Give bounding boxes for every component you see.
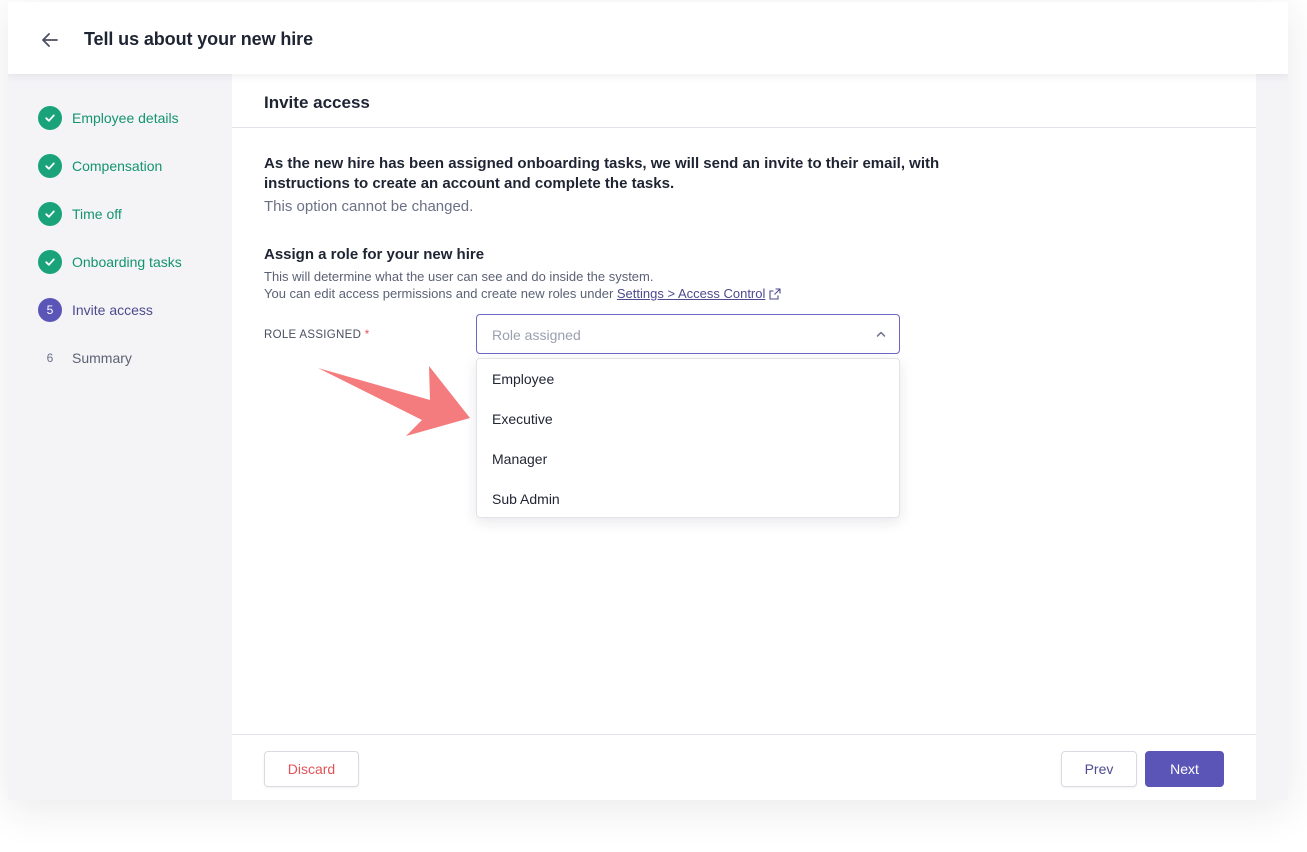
- option-executive[interactable]: Executive: [477, 399, 899, 439]
- page-title: Tell us about your new hire: [84, 29, 313, 49]
- option-employee[interactable]: Employee: [477, 359, 899, 399]
- step-compensation[interactable]: Compensation: [38, 142, 228, 190]
- step-label: Summary: [72, 350, 132, 366]
- step-label: Invite access: [72, 302, 153, 318]
- step-complete-badge: [38, 250, 62, 274]
- check-icon: [45, 162, 55, 170]
- pointer-arrow-icon: [318, 366, 470, 436]
- top-bar: Tell us about your new hire: [8, 2, 1288, 74]
- step-summary[interactable]: 6 Summary: [38, 334, 228, 382]
- required-mark: *: [364, 329, 370, 341]
- back-button[interactable]: [38, 28, 62, 52]
- notice-text: As the new hire has been assigned onboar…: [264, 155, 940, 192]
- app-frame: Tell us about your new hire Employee det…: [8, 2, 1288, 800]
- role-assigned-select[interactable]: Role assigned: [476, 314, 900, 354]
- section-title: Assign a role for your new hire: [264, 246, 485, 263]
- step-onboarding-tasks[interactable]: Onboarding tasks: [38, 238, 228, 286]
- role-options-dropdown: Employee Executive Manager Sub Admin: [476, 358, 900, 518]
- check-icon: [45, 210, 55, 218]
- step-label: Onboarding tasks: [72, 254, 182, 270]
- settings-access-control-link[interactable]: Settings > Access Control: [617, 286, 766, 301]
- step-time-off[interactable]: Time off: [38, 190, 228, 238]
- assign-role-section: Assign a role for your new hire This wil…: [264, 246, 964, 302]
- arrow-left-icon: [42, 33, 58, 47]
- field-label: ROLE ASSIGNED: [264, 329, 362, 341]
- check-icon: [45, 258, 55, 266]
- step-employee-details[interactable]: Employee details: [38, 94, 228, 142]
- panel-header: Invite access: [232, 74, 1256, 128]
- description-line: This will determine what the user can se…: [264, 269, 654, 284]
- step-invite-access[interactable]: 5 Invite access: [38, 286, 228, 334]
- next-button[interactable]: Next: [1145, 751, 1224, 787]
- option-sub-admin[interactable]: Sub Admin: [477, 479, 899, 519]
- description-line: You can edit access permissions and crea…: [264, 285, 964, 302]
- panel-title: Invite access: [264, 93, 370, 112]
- external-link-icon[interactable]: [769, 288, 781, 300]
- step-complete-badge: [38, 154, 62, 178]
- step-number-badge: 5: [38, 298, 62, 322]
- step-complete-badge: [38, 202, 62, 226]
- option-manager[interactable]: Manager: [477, 439, 899, 479]
- stepper: Employee details Compensation Time off O…: [38, 94, 228, 382]
- discard-button[interactable]: Discard: [264, 751, 359, 787]
- chevron-up-icon: [876, 331, 886, 337]
- panel-footer: Discard Prev Next: [232, 734, 1256, 800]
- check-icon: [45, 114, 55, 122]
- prev-button[interactable]: Prev: [1061, 751, 1137, 787]
- step-number-badge: 6: [46, 351, 54, 365]
- step-label: Employee details: [72, 110, 179, 126]
- role-assigned-label: ROLE ASSIGNED *: [264, 329, 370, 341]
- step-label: Time off: [72, 206, 122, 222]
- notice-subtext: This option cannot be changed.: [264, 198, 474, 215]
- invite-notice: As the new hire has been assigned onboar…: [264, 154, 964, 217]
- select-placeholder: Role assigned: [492, 327, 581, 343]
- description-text: You can edit access permissions and crea…: [264, 286, 617, 301]
- step-complete-badge: [38, 106, 62, 130]
- step-label: Compensation: [72, 158, 163, 174]
- section-description: This will determine what the user can se…: [264, 268, 964, 302]
